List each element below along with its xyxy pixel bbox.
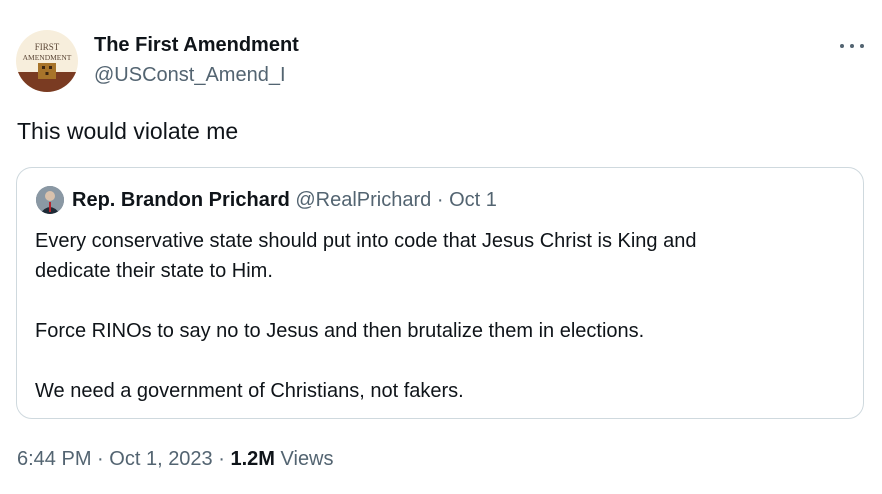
meta-separator: · <box>97 448 104 470</box>
views-count: 1.2M <box>230 448 275 470</box>
quoted-text-line: Every conservative state should put into… <box>35 230 697 252</box>
more-horizontal-icon[interactable] <box>840 36 864 56</box>
author-handle[interactable]: @USConst_Amend_I <box>94 64 286 87</box>
avatar-text-top: FIRST <box>35 42 60 52</box>
quoted-text-line: dedicate their state to Him. <box>35 260 273 282</box>
quoted-text-blank-line <box>35 346 835 376</box>
avatar-text-bottom: AMENDMENT <box>23 53 72 62</box>
more-dot <box>840 44 844 48</box>
tweet-text: This would violate me <box>17 118 239 144</box>
quoted-text: Every conservative state should put into… <box>35 226 835 406</box>
quoted-text-line: We need a government of Christians, not … <box>35 380 464 402</box>
quoted-tweet-card[interactable]: Rep. Brandon Prichard @RealPrichard · Oc… <box>16 167 864 419</box>
more-dot <box>850 44 854 48</box>
tweet-meta: 6:44 PM · Oct 1, 2023 · 1.2M Views <box>17 448 334 471</box>
quoted-header: Rep. Brandon Prichard @RealPrichard · Oc… <box>72 189 497 212</box>
quoted-date[interactable]: Oct 1 <box>449 189 497 211</box>
meta-separator: · <box>218 448 225 470</box>
author-avatar[interactable]: FIRST AMENDMENT <box>16 30 78 92</box>
views-label: Views <box>280 448 334 470</box>
quoted-author-avatar[interactable] <box>36 186 64 214</box>
quoted-text-line: Force RINOs to say no to Jesus and then … <box>35 320 645 342</box>
quoted-separator: · <box>436 189 444 211</box>
quoted-display-name[interactable]: Rep. Brandon Prichard <box>72 189 290 211</box>
more-dot <box>860 44 864 48</box>
tweet-time[interactable]: 6:44 PM <box>17 448 91 470</box>
author-display-name[interactable]: The First Amendment <box>94 34 299 57</box>
quoted-handle[interactable]: @RealPrichard <box>295 189 431 211</box>
quoted-text-blank-line <box>35 286 835 316</box>
tweet-date[interactable]: Oct 1, 2023 <box>109 448 212 470</box>
tweet: FIRST AMENDMENT The First Amendment @USC… <box>0 0 882 494</box>
